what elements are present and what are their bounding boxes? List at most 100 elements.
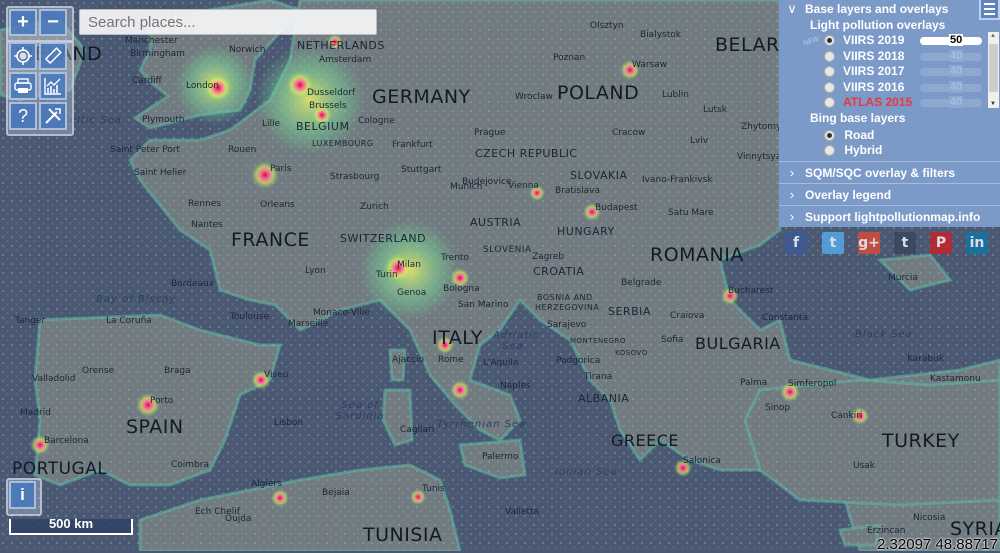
search-input[interactable] <box>79 9 377 35</box>
overlay-radio[interactable] <box>824 35 835 47</box>
overlay-layer-row[interactable]: VIIRS 2017 <box>824 64 904 78</box>
map-label-city: Brussels <box>309 101 347 111</box>
opacity-value[interactable]: 40 <box>949 96 964 108</box>
zoom-out-button[interactable]: − <box>39 9 67 36</box>
bing-layer-hybrid[interactable]: Hybrid <box>824 143 882 157</box>
map-label-sea: Tyrrhenian Sea <box>437 419 527 430</box>
info-button[interactable]: i <box>9 481 36 509</box>
map-label-country: NETHERLANDS <box>297 39 385 52</box>
scrollbar-thumb[interactable] <box>989 44 998 92</box>
linkedin-icon[interactable]: in <box>966 232 988 254</box>
section-label: Overlay legend <box>805 188 892 202</box>
overlay-scrollbar[interactable]: ▲ ▼ <box>988 32 999 108</box>
locate-button[interactable] <box>9 42 37 70</box>
scroll-up-icon[interactable]: ▲ <box>990 33 996 39</box>
chevron-right-icon: › <box>789 165 795 180</box>
map-label-city: Viseu <box>264 370 289 380</box>
section-support[interactable]: › Support lightpollutionmap.info <box>779 205 1000 227</box>
print-button[interactable] <box>9 72 37 100</box>
measure-button[interactable] <box>39 42 67 70</box>
map-label-city: Palermo <box>482 452 519 462</box>
bing-layer-road[interactable]: Road <box>824 128 874 142</box>
section-label: SQM/SQC overlay & filters <box>805 166 956 180</box>
map-label-country: KOSOVO <box>615 349 648 357</box>
map-label-city: Murcia <box>888 273 918 283</box>
map-label-city: Milan <box>397 260 421 270</box>
map-label-country: ROMANIA <box>650 244 744 266</box>
map-label-city: Cracow <box>612 128 646 138</box>
map-label-city: Orleans <box>260 200 295 210</box>
map-label-sea: Adriatic Sea <box>493 330 540 352</box>
map-label-city: Erzincan <box>867 526 906 536</box>
overlay-radio[interactable] <box>824 97 835 109</box>
map-label-sea: Sea of Sardinia <box>335 400 385 422</box>
map-label-country: POLAND <box>557 82 640 104</box>
map-label-country: SPAIN <box>126 416 184 438</box>
map-label-country: SERBIA <box>608 305 651 318</box>
opacity-value[interactable]: 40 <box>949 65 964 77</box>
map-label-city: Naples <box>500 381 531 391</box>
overlay-layer-row[interactable]: VIIRS 2016 <box>824 80 904 94</box>
map-label-city: Madrid <box>20 408 51 418</box>
locate-icon <box>14 47 32 65</box>
map-label-city: Lisbon <box>274 418 304 428</box>
map-label-city: Poznan <box>553 53 586 63</box>
map-label-city: Prague <box>474 128 506 138</box>
map-label-city: Bucharest <box>728 286 774 296</box>
map-label-city: Rennes <box>188 199 222 209</box>
map-label-city: Toulouse <box>230 312 270 322</box>
tumblr-icon[interactable]: t <box>894 232 916 254</box>
map-label-country: BOSNIA AND <box>537 293 593 302</box>
map-label-sea: Bay of Biscay <box>96 294 177 305</box>
google-plus-icon[interactable]: g+ <box>858 232 880 254</box>
overlay-radio[interactable] <box>824 81 835 93</box>
scroll-down-icon[interactable]: ▼ <box>990 101 996 107</box>
facebook-icon[interactable]: f <box>785 232 807 254</box>
map-label-country: PORTUGAL <box>12 459 108 479</box>
map-label-city: Tunis <box>422 484 445 494</box>
chart-button[interactable] <box>39 72 67 100</box>
map-label-city: Turin <box>376 270 398 280</box>
radio-road[interactable] <box>824 130 835 142</box>
section-overlay-legend[interactable]: › Overlay legend <box>779 183 1000 205</box>
overlay-layer-row[interactable]: ATLAS 2015 <box>824 95 912 109</box>
map-label-city: Cagliari <box>400 425 435 435</box>
pinterest-icon[interactable]: P <box>930 232 952 254</box>
section-sqm-sqc[interactable]: › SQM/SQC overlay & filters <box>779 161 1000 183</box>
radio-hybrid[interactable] <box>824 145 835 157</box>
chevron-right-icon: › <box>789 187 795 202</box>
overlay-layer-row[interactable]: VIIRS 2018 <box>824 49 904 63</box>
printer-icon <box>14 78 32 93</box>
overlay-radio[interactable] <box>824 50 835 62</box>
map-label-city: Wroclaw <box>515 92 553 102</box>
opacity-value[interactable]: 40 <box>949 80 964 93</box>
menu-button[interactable] <box>979 0 1000 20</box>
base-layers-header[interactable]: ∨ Base layers and overlays <box>779 1 948 17</box>
overlay-radio[interactable] <box>824 66 835 78</box>
map-label-country: GREECE <box>611 431 680 450</box>
opacity-value[interactable]: 40 <box>949 49 964 62</box>
map-label-city: Vienna <box>508 181 539 191</box>
help-button[interactable]: ? <box>9 102 37 130</box>
map-label-city: Podgorica <box>556 356 601 366</box>
map-label-country: AUSTRIA <box>470 216 522 229</box>
zoom-in-button[interactable]: + <box>9 9 37 36</box>
opacity-value[interactable]: 50 <box>949 34 964 46</box>
map-label-city: Tanger <box>15 316 46 326</box>
map-label-sea: Ionian Sea <box>555 467 618 478</box>
overlay-label: VIIRS 2018 <box>843 48 905 63</box>
overlay-layer-row[interactable]: VIIRS 2019 <box>824 33 904 47</box>
tools-button[interactable] <box>39 102 67 130</box>
map-label-city: L'Aquila <box>483 358 519 368</box>
overlay-label: VIIRS 2016 <box>843 79 905 94</box>
twitter-icon[interactable]: t <box>822 232 844 254</box>
map-label-city: Strasbourg <box>330 172 380 182</box>
map-label-city: Saint Peter Port <box>110 145 180 155</box>
map-label-city: Zurich <box>360 202 389 212</box>
map-label-city: Trento <box>441 253 469 263</box>
map-label-city: Salonica <box>683 456 721 466</box>
map-label-city: Lille <box>262 119 281 129</box>
map-label-city: Simferopol <box>788 379 837 389</box>
map-label-city: Ajaccio <box>392 355 425 365</box>
map-label-city: Karabuk <box>907 354 945 364</box>
